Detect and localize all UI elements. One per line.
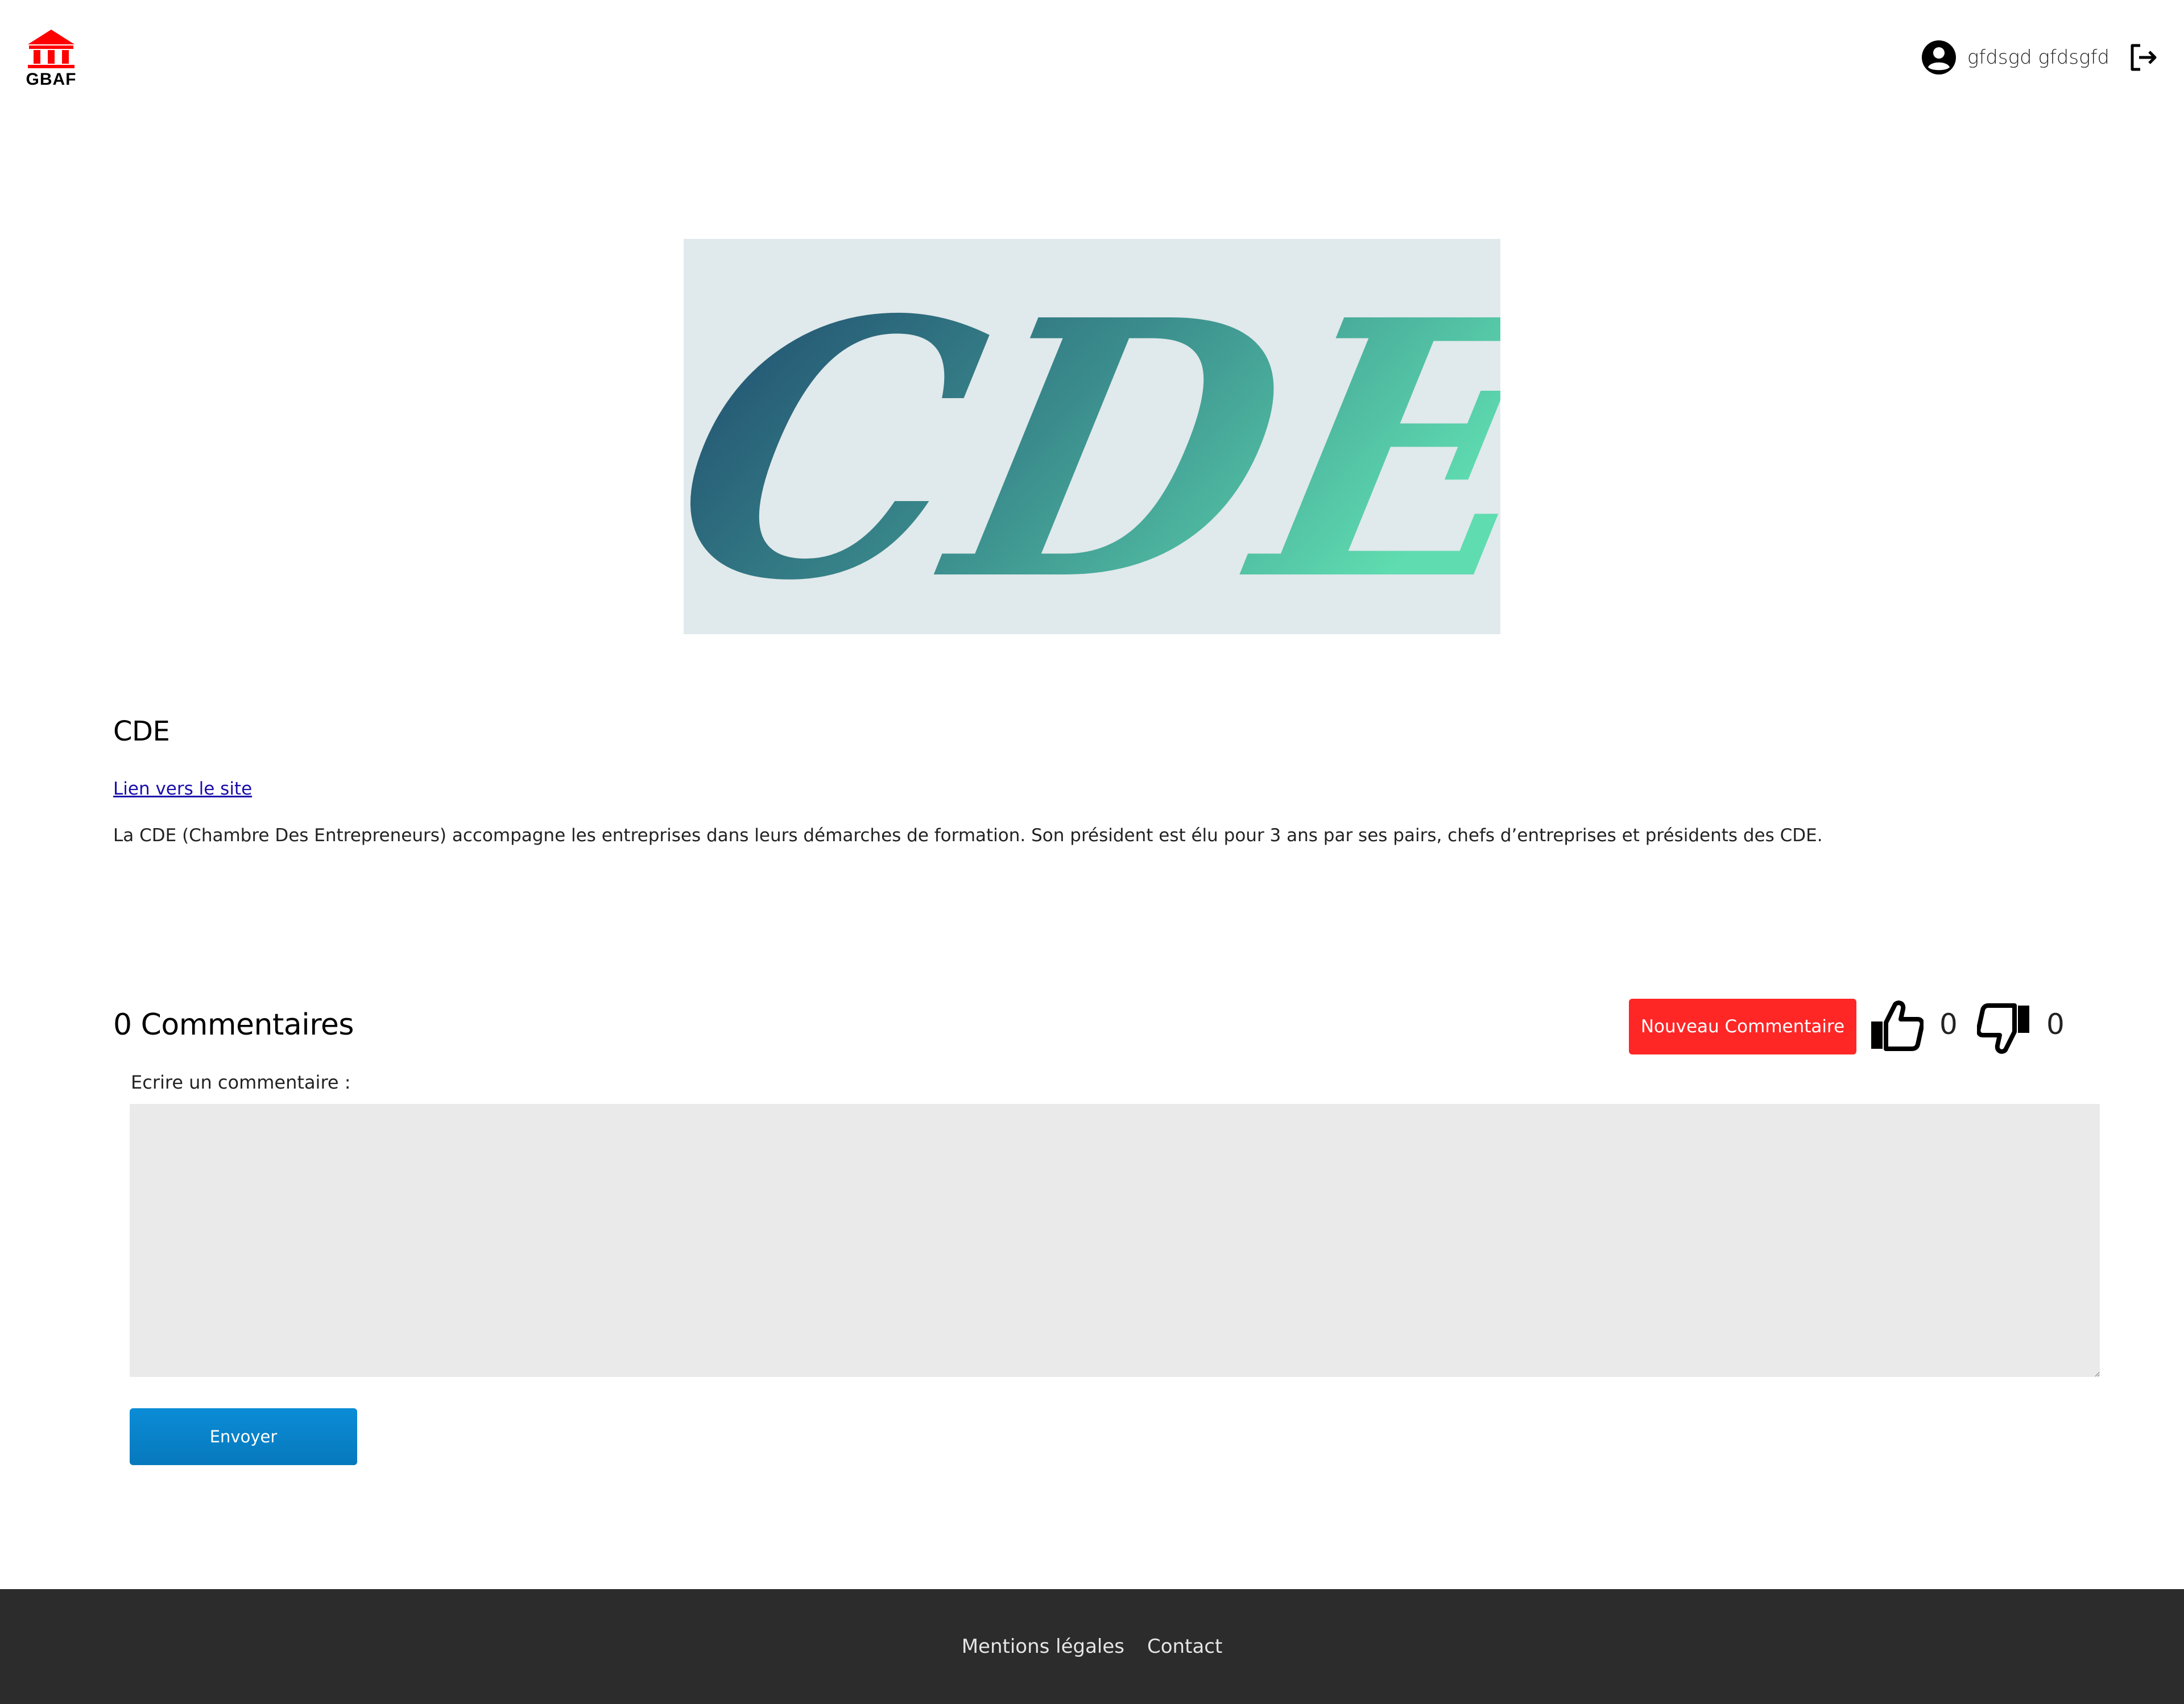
partner-logo-image: CDE — [684, 239, 1500, 634]
dislikes-count: 0 — [2046, 1008, 2065, 1041]
footer: Mentions légales Contact — [0, 1589, 2184, 1704]
likes-count: 0 — [1939, 1008, 1958, 1041]
user-area: gfdsgd gfdsgfd — [1921, 38, 2158, 77]
comment-field-label: Ecrire un commentaire : — [131, 1072, 351, 1093]
user-name: gfdsgd gfdsgfd — [1967, 46, 2109, 69]
new-comment-button[interactable]: Nouveau Commentaire — [1629, 999, 1856, 1054]
footer-link-legal[interactable]: Mentions légales — [962, 1635, 1124, 1658]
send-button[interactable]: Envoyer — [130, 1408, 357, 1465]
bank-icon — [28, 30, 75, 68]
gbaf-logo[interactable]: GBAF — [26, 28, 77, 91]
logout-icon[interactable] — [2128, 42, 2158, 73]
comment-textarea[interactable] — [130, 1104, 2100, 1377]
comments-count-title: 0 Commentaires — [113, 1008, 354, 1042]
user-avatar-icon — [1921, 39, 1957, 76]
footer-link-contact[interactable]: Contact — [1147, 1635, 1222, 1658]
logo-text: GBAF — [26, 70, 77, 89]
partner-website-link[interactable]: Lien vers le site — [113, 779, 252, 799]
partner-description: La CDE (Chambre Des Entrepreneurs) accom… — [113, 825, 1823, 846]
partner-logo-letters: CDE — [684, 243, 1500, 634]
thumbs-up-icon[interactable] — [1869, 1000, 1924, 1051]
thumbs-down-icon[interactable] — [1977, 1003, 2032, 1054]
partner-name: CDE — [113, 715, 170, 747]
